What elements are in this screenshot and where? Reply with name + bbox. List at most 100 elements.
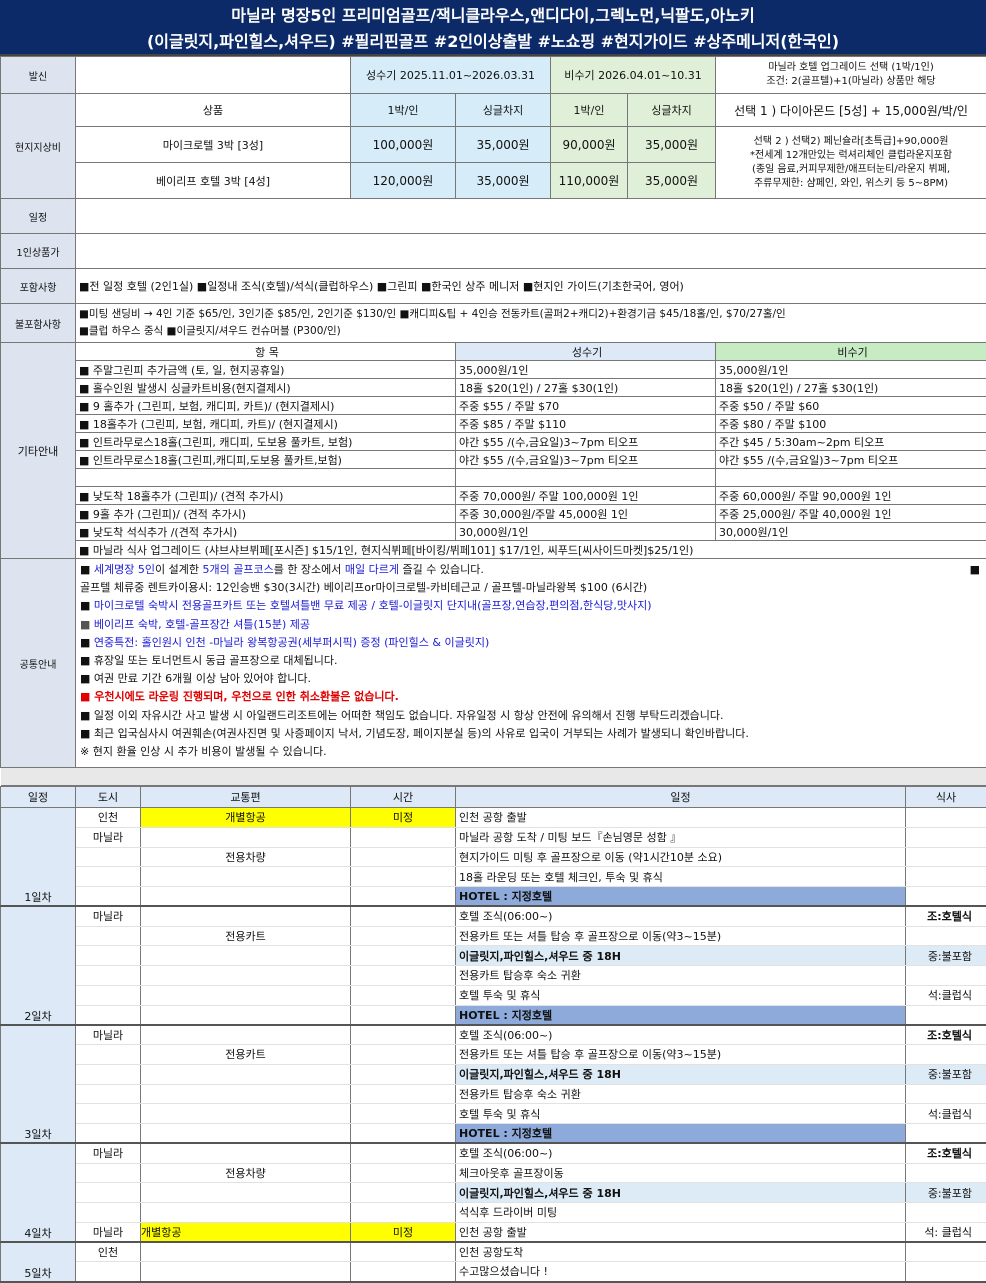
other-item: ■ 낮도착 18홀추가 (그린피)/ (견적 추가시)	[76, 487, 456, 505]
other-col-off: 비수기	[716, 343, 986, 361]
city	[76, 1045, 141, 1065]
transport	[141, 827, 351, 847]
schedule-item: 마닐라 공항 도착 / 미팅 보드『손님영문 성함 』	[456, 827, 906, 847]
note-line: ■ 세계명장 5인이 설계한 5개의 골프코스를 한 장소에서 매일 다르게 즐…	[80, 561, 982, 579]
city	[76, 926, 141, 946]
itin-col-meal: 식사	[906, 787, 986, 808]
time	[351, 906, 456, 926]
itinerary-row: 석식후 드라이버 미팅	[1, 1203, 986, 1223]
col-product: 상품	[76, 94, 351, 127]
schedule-item: 인천 공항 출발	[456, 808, 906, 828]
itinerary-row: 전용차량현지가이드 미팅 후 골프장으로 이동 (약1시간10분 소요)	[1, 847, 986, 867]
note-line: ■ 휴장일 또는 토너먼트시 동급 골프장으로 대체됩니다.	[80, 652, 982, 670]
other-info-row: ■ 인트라무로스18홀(그린피,캐디피,도보용 풀카트,보험)야간 $55 /(…	[1, 451, 986, 469]
off-single-price: 35,000원	[628, 127, 716, 163]
bullet-marker: ■	[970, 561, 980, 579]
transport	[141, 1203, 351, 1223]
other-peak-value: 주중 30,000원/주말 45,000원 1인	[456, 505, 716, 523]
schedule-item: 이글릿지,파인힐스,셔우드 중 18H	[456, 1183, 906, 1203]
time	[351, 1025, 456, 1045]
time	[351, 926, 456, 946]
other-info-row: ■ 주말그린피 추가금액 (토, 일, 현지공휴일)35,000원/1인35,0…	[1, 361, 986, 379]
city: 인천	[76, 808, 141, 828]
schedule-item: 호텔 투숙 및 휴식	[456, 985, 906, 1005]
itinerary-row: 호텔 투숙 및 휴식석:클럽식	[1, 1104, 986, 1124]
meal: 석:클럽식	[906, 1104, 986, 1124]
day-label: 3일차	[1, 1025, 76, 1144]
other-peak-value: 18홀 $20(1인) / 27홀 $30(1인)	[456, 379, 716, 397]
city	[76, 887, 141, 907]
local-cost-label: 현지지상비	[1, 94, 76, 199]
other-info-row: ■ 18홀추가 (그린피, 보험, 캐디피, 카트)/ (현지결제시)주중 $8…	[1, 415, 986, 433]
meal	[906, 1045, 986, 1065]
meal	[906, 926, 986, 946]
meal	[906, 1005, 986, 1025]
time	[351, 1124, 456, 1144]
day-label: 4일차	[1, 1143, 76, 1242]
transport	[141, 1242, 351, 1262]
transport	[141, 1124, 351, 1144]
other-item: ■ 9홀 추가 (그린피)/ (견적 추가시)	[76, 505, 456, 523]
itinerary-row: 호텔 투숙 및 휴식석:클럽식	[1, 985, 986, 1005]
other-off-value: 35,000원/1인	[716, 361, 986, 379]
other-item: ■ 인트라무로스18홀(그린피, 캐디피, 도보용 풀카트, 보험)	[76, 433, 456, 451]
other-off-value: 주중 $50 / 주말 $60	[716, 397, 986, 415]
other-gap-row	[1, 469, 986, 487]
common-info-notes: ■ 세계명장 5인이 설계한 5개의 골프코스를 한 장소에서 매일 다르게 즐…	[76, 559, 986, 768]
itinerary-row: 이글릿지,파인힐스,셔우드 중 18H중:불포함	[1, 946, 986, 966]
schedule-item: 체크아웃후 골프장이동	[456, 1163, 906, 1183]
city: 마닐라	[76, 1025, 141, 1045]
sender-value	[76, 57, 351, 94]
itin-col-transport: 교통편	[141, 787, 351, 808]
schedule-item: 인천 공항 출발	[456, 1222, 906, 1242]
time: 미정	[351, 1222, 456, 1242]
transport	[141, 966, 351, 986]
meal	[906, 1163, 986, 1183]
meal	[906, 1262, 986, 1282]
itinerary-row: HOTEL : 지정호텔	[1, 1005, 986, 1025]
excluded-line: ■클럽 하우스 중식 ■이글릿지/셔우드 컨슈머블 (P300/인)	[79, 323, 986, 340]
note-line: ■ 우천시에도 라운링 진행되며, 우천으로 인한 취소환불은 없습니다.	[80, 688, 982, 706]
time	[351, 887, 456, 907]
schedule-item: 이글릿지,파인힐스,셔우드 중 18H	[456, 946, 906, 966]
city	[76, 1262, 141, 1282]
other-info-row: ■ 9 홀추가 (그린피, 보험, 캐디피, 카트)/ (현지결제시)주중 $5…	[1, 397, 986, 415]
section-gap	[1, 768, 986, 786]
other-off-value: 주중 $80 / 주말 $100	[716, 415, 986, 433]
per-person-price-value	[76, 234, 986, 269]
time	[351, 1183, 456, 1203]
transport	[141, 1025, 351, 1045]
note-line: 골프텔 체류중 렌트카이용시: 12인승밴 $30(3시간) 베이리프or마이크…	[80, 579, 982, 597]
schedule-item: 수고많으셨습니다 !	[456, 1262, 906, 1282]
other-off-value: 주간 $45 / 5:30am~2pm 티오프	[716, 433, 986, 451]
transport	[141, 867, 351, 887]
other-peak-value: 주중 $55 / 주말 $70	[456, 397, 716, 415]
schedule-item: 18홀 라운딩 또는 호텔 체크인, 투숙 및 휴식	[456, 867, 906, 887]
city: 인천	[76, 1242, 141, 1262]
city	[76, 1005, 141, 1025]
itin-col-day: 일정	[1, 787, 76, 808]
itinerary-row: 마닐라마닐라 공항 도착 / 미팅 보드『손님영문 성함 』	[1, 827, 986, 847]
note-line: ■ 여권 만료 기간 6개월 이상 남아 있어야 합니다.	[80, 670, 982, 688]
off-night-price: 90,000원	[551, 127, 628, 163]
schedule-label: 일정	[1, 199, 76, 234]
other-off-value: 야간 $55 /(수,금요일)3~7pm 티오프	[716, 451, 986, 469]
transport: 개별항공	[141, 808, 351, 828]
itinerary-row: 1일차인천개별항공미정인천 공항 출발	[1, 808, 986, 828]
gap-cell	[456, 469, 716, 487]
option-2-line: 주류무제한: 샴페인, 와인, 위스키 등 5~8PM)	[716, 177, 986, 191]
day-label: 1일차	[1, 808, 76, 907]
city	[76, 946, 141, 966]
city	[76, 1183, 141, 1203]
other-info-section: 기타안내 항 목 성수기 비수기 ■ 주말그린피 추가금액 (토, 일, 현지공…	[1, 343, 986, 559]
city: 마닐라	[76, 906, 141, 926]
transport	[141, 906, 351, 926]
note-line: ■ 일정 이외 자유시간 사고 발생 시 아일랜드리조트에는 어떠한 책임도 없…	[80, 707, 982, 725]
other-col-peak: 성수기	[456, 343, 716, 361]
city	[76, 1124, 141, 1144]
peak-season-header: 성수기 2025.11.01~2026.03.31	[351, 57, 551, 94]
city	[76, 847, 141, 867]
peak-single-price: 35,000원	[456, 163, 551, 199]
other-peak-value: 30,000원/1인	[456, 523, 716, 541]
time: 미정	[351, 808, 456, 828]
